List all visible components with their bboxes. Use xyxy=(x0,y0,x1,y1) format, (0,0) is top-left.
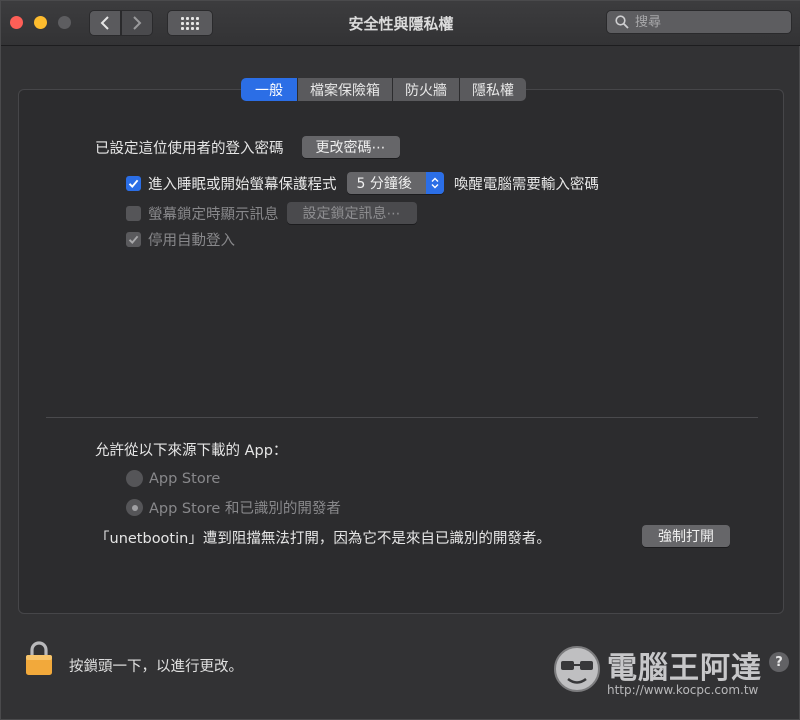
require-password-row: 進入睡眠或開始螢幕保護程式 5 分鐘後 喚醒電腦需要輸入密碼 xyxy=(126,172,599,194)
blocked-message: 「unetbootin」遭到阻擋無法打開，因為它不是來自已識別的開發者。 xyxy=(95,531,551,547)
disable-autologin-label: 停用自動登入 xyxy=(148,233,235,249)
general-panel: 已設定這位使用者的登入密碼 更改密碼⋯ 進入睡眠或開始螢幕保護程式 5 分鐘後 … xyxy=(18,89,784,614)
watermark-url: http://www.kocpc.com.tw xyxy=(607,683,759,697)
watermark-title: 電腦王阿達 xyxy=(607,651,762,686)
require-password-label: 進入睡眠或開始螢幕保護程式 xyxy=(148,176,337,193)
password-label: 已設定這位使用者的登入密碼 xyxy=(95,140,284,157)
tab-privacy[interactable]: 隱私權 xyxy=(460,78,526,101)
tab-general[interactable]: 一般 xyxy=(241,78,298,101)
radio-app-store-label: App Store xyxy=(149,470,221,487)
preferences-window: 安全性與隱私權 一般 檔案保險箱 防火牆 隱私權 已設定這位使用者的登入密碼 更… xyxy=(0,0,800,720)
password-delay-value: 5 分鐘後 xyxy=(356,176,412,192)
password-delay-popup[interactable]: 5 分鐘後 xyxy=(346,172,444,194)
change-password-button[interactable]: 更改密碼⋯ xyxy=(301,136,400,158)
search-field[interactable] xyxy=(606,10,792,34)
password-row: 已設定這位使用者的登入密碼 更改密碼⋯ xyxy=(95,136,400,158)
checkmark-icon xyxy=(128,179,139,188)
radio-app-store-identified-label: App Store 和已識別的開發者 xyxy=(149,501,341,517)
section-divider xyxy=(46,417,758,418)
tab-filevault[interactable]: 檔案保險箱 xyxy=(298,78,393,101)
search-icon xyxy=(615,15,629,29)
watermark-logo: 電腦王阿達 http://www.kocpc.com.tw xyxy=(549,633,781,705)
set-lock-message-button[interactable]: 設定鎖定訊息⋯ xyxy=(286,202,417,224)
radio-identified-row: App Store 和已識別的開發者 xyxy=(126,497,341,518)
search-input[interactable] xyxy=(633,13,787,31)
radio-app-store-row: App Store xyxy=(126,470,220,487)
show-message-label: 螢幕鎖定時顯示訊息 xyxy=(148,206,279,223)
tab-firewall[interactable]: 防火牆 xyxy=(393,78,460,101)
title-bar: 安全性與隱私權 xyxy=(1,1,800,46)
help-button[interactable]: ? xyxy=(769,652,789,672)
popup-arrows-icon xyxy=(425,172,444,194)
disable-autologin-checkbox[interactable] xyxy=(126,232,141,247)
lock-hint-text: 按鎖頭一下，以進行更改。 xyxy=(69,659,243,675)
disable-autologin-row: 停用自動登入 xyxy=(126,229,235,250)
mascot-face-icon xyxy=(554,646,600,692)
lock-icon[interactable] xyxy=(25,640,53,676)
require-password-checkbox[interactable] xyxy=(126,175,141,191)
tab-bar: 一般 檔案保險箱 防火牆 隱私權 xyxy=(241,78,526,101)
require-password-suffix: 喚醒電腦需要輸入密碼 xyxy=(453,176,599,193)
checkmark-icon xyxy=(128,235,139,245)
open-anyway-button[interactable]: 強制打開 xyxy=(642,525,730,547)
show-message-row: 螢幕鎖定時顯示訊息 設定鎖定訊息⋯ xyxy=(126,202,417,224)
download-sources-heading: 允許從以下來源下載的 App： xyxy=(95,443,288,459)
show-message-checkbox[interactable] xyxy=(126,205,141,221)
radio-app-store-identified[interactable] xyxy=(126,499,143,516)
radio-app-store[interactable] xyxy=(126,470,143,487)
